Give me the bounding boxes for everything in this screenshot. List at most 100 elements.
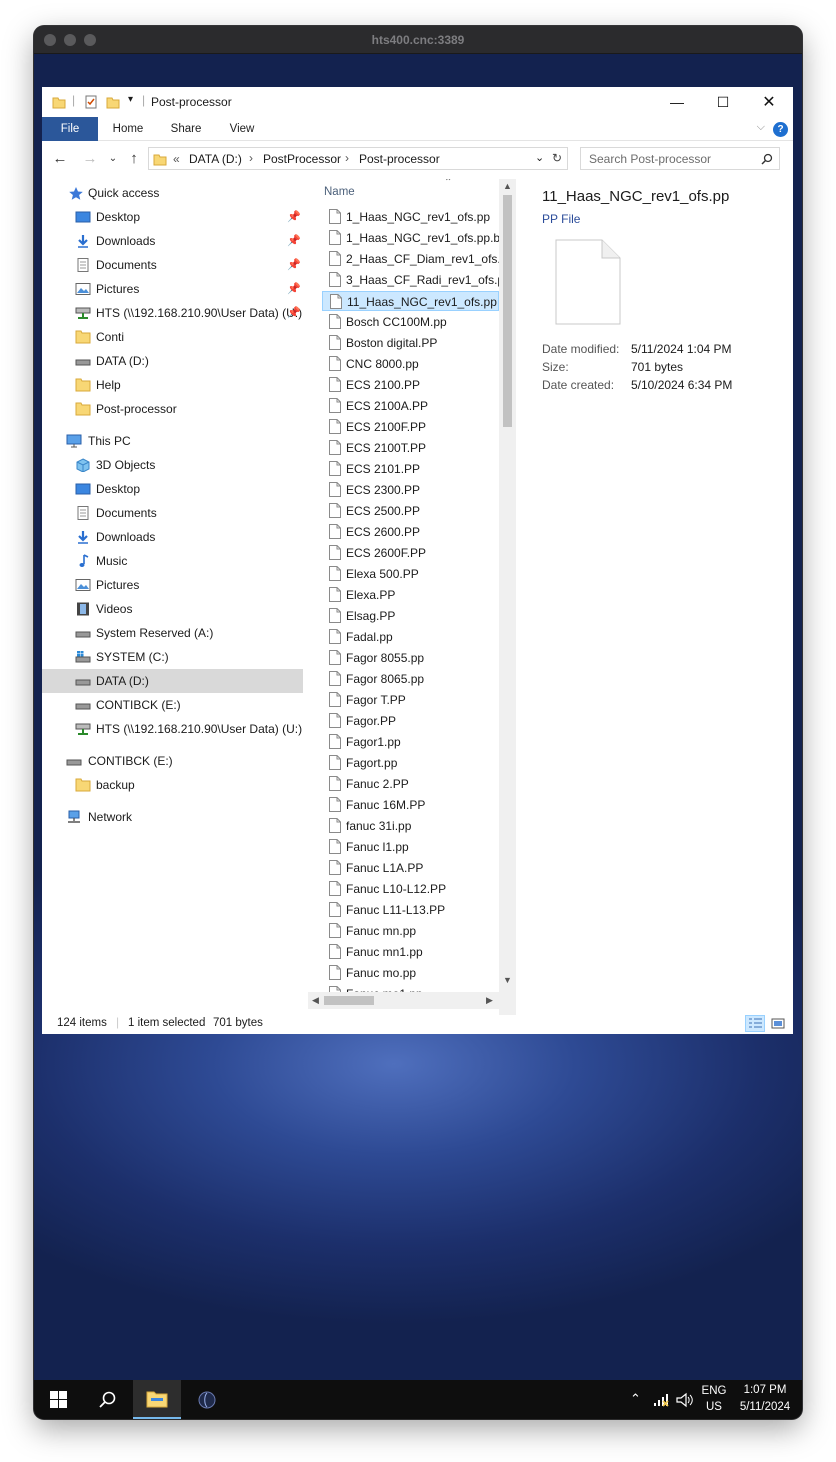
nav-qa-downloads[interactable]: Downloads 📌 [42, 229, 303, 253]
input-language[interactable]: ENG [700, 1385, 728, 1397]
file-row[interactable]: 11_Haas_NGC_rev1_ofs.pp [322, 291, 499, 311]
address-separator[interactable]: › [249, 151, 253, 165]
nav-qa-pictures[interactable]: Pictures 📌 [42, 277, 303, 301]
scroll-up-icon[interactable]: ▲ [503, 181, 512, 191]
file-row[interactable]: Fagor1.pp [322, 732, 499, 752]
input-region[interactable]: US [700, 1401, 728, 1413]
file-row[interactable]: CNC 8000.pp [322, 354, 499, 374]
horizontal-scroll-thumb[interactable] [324, 996, 374, 1005]
file-row[interactable]: Boston digital.PP [322, 333, 499, 353]
file-row[interactable]: ECS 2300.PP [322, 480, 499, 500]
nav-pc-downloads[interactable]: Downloads [42, 525, 303, 549]
nav-qa-help[interactable]: Help [42, 373, 303, 397]
file-row[interactable]: Fagor T.PP [322, 690, 499, 710]
file-row[interactable]: 1_Haas_NGC_rev1_ofs.pp [322, 207, 499, 227]
file-row[interactable]: Fanuc 2.PP [322, 774, 499, 794]
nav-pc-data-d[interactable]: DATA (D:) [42, 669, 303, 693]
horizontal-scrollbar[interactable]: ◀ ▶ [308, 992, 499, 1009]
file-row[interactable]: 1_Haas_NGC_rev1_ofs.pp.bak [322, 228, 513, 248]
nav-pc-videos[interactable]: Videos [42, 597, 303, 621]
file-row[interactable]: Fanuc 16M.PP [322, 795, 499, 815]
taskbar-file-explorer[interactable] [133, 1380, 181, 1419]
file-row[interactable]: ECS 2600F.PP [322, 543, 499, 563]
show-hidden-icons-icon[interactable]: ⌃ [630, 1391, 641, 1407]
nav-backup[interactable]: backup [42, 773, 303, 797]
file-row[interactable]: ECS 2100T.PP [322, 438, 499, 458]
nav-pc-pictures[interactable]: Pictures [42, 573, 303, 597]
file-row[interactable]: Fanuc L10-L12.PP [322, 879, 499, 899]
address-part-current[interactable]: Post-processor [359, 152, 440, 166]
nav-pc-hts-share[interactable]: HTS (\\192.168.210.90\User Data) (U:) [42, 717, 303, 741]
file-row[interactable]: Fanuc mn.pp [322, 921, 499, 941]
tab-share[interactable]: Share [163, 117, 209, 141]
expand-ribbon-icon[interactable]: ⌵ [757, 121, 765, 134]
file-row[interactable]: Elsag.PP [322, 606, 499, 626]
file-row[interactable]: Elexa.PP [322, 585, 499, 605]
nav-contibck-root[interactable]: CONTIBCK (E:) [42, 749, 303, 773]
volume-icon[interactable] [676, 1392, 694, 1408]
file-row[interactable]: Fagor.PP [322, 711, 499, 731]
column-header-name[interactable]: Name [324, 186, 355, 198]
address-dropdown-icon[interactable]: ⌄ [535, 151, 544, 164]
file-row[interactable]: ECS 2100.PP [322, 375, 499, 395]
file-row[interactable]: Fanuc l1.pp [322, 837, 499, 857]
file-row[interactable]: Fanuc L11-L13.PP [322, 900, 499, 920]
pin-icon[interactable]: 📌 [287, 258, 301, 271]
tab-home[interactable]: Home [104, 117, 152, 141]
file-row[interactable]: 3_Haas_CF_Radi_rev1_ofs.pp [322, 270, 511, 290]
file-row[interactable]: Fagor 8055.pp [322, 648, 499, 668]
help-icon[interactable]: ? [773, 122, 788, 137]
file-row[interactable]: ECS 2600.PP [322, 522, 499, 542]
qat-dropdown-icon[interactable]: ▾ [128, 94, 133, 105]
maximize-button[interactable]: ☐ [700, 87, 746, 117]
tab-file[interactable]: File [42, 117, 98, 141]
scroll-right-icon[interactable]: ▶ [486, 995, 493, 1006]
nav-pc-music[interactable]: Music [42, 549, 303, 573]
nav-qa-documents[interactable]: Documents 📌 [42, 253, 303, 277]
scroll-down-icon[interactable]: ▼ [503, 975, 512, 985]
scroll-left-icon[interactable]: ◀ [312, 995, 319, 1006]
nav-this-pc[interactable]: This PC [42, 429, 303, 453]
file-row[interactable]: Fagort.pp [322, 753, 499, 773]
file-row[interactable]: fanuc 31i.pp [322, 816, 499, 836]
close-button[interactable]: ✕ [746, 87, 792, 117]
taskbar-app[interactable] [184, 1380, 230, 1419]
clock-time[interactable]: 1:07 PM [734, 1384, 796, 1396]
nav-network[interactable]: Network [42, 805, 303, 829]
file-row[interactable]: Fanuc L1A.PP [322, 858, 499, 878]
address-part-postprocessor[interactable]: PostProcessor [263, 152, 341, 166]
tab-view[interactable]: View [220, 117, 264, 141]
nav-qa-post-processor[interactable]: Post-processor [42, 397, 303, 421]
details-view-button[interactable] [745, 1015, 765, 1032]
nav-pc-desktop[interactable]: Desktop [42, 477, 303, 501]
large-icons-view-button[interactable] [768, 1015, 788, 1032]
nav-qa-conti[interactable]: Conti [42, 325, 303, 349]
network-status-icon[interactable] [652, 1392, 670, 1408]
file-row[interactable]: Elexa 500.PP [322, 564, 499, 584]
new-folder-icon[interactable] [106, 95, 120, 109]
file-row[interactable]: ECS 2100A.PP [322, 396, 499, 416]
minimize-button[interactable]: — [654, 87, 700, 117]
nav-pc-documents[interactable]: Documents [42, 501, 303, 525]
back-button[interactable]: ← [50, 150, 70, 168]
file-row[interactable]: ECS 2101.PP [322, 459, 499, 479]
address-separator[interactable]: › [345, 151, 349, 165]
search-input[interactable]: Search Post-processor [580, 147, 780, 170]
pin-icon[interactable]: 📌 [287, 306, 301, 319]
nav-qa-desktop[interactable]: Desktop 📌 [42, 205, 303, 229]
address-bar[interactable]: « DATA (D:) › PostProcessor › Post-proce… [148, 147, 568, 170]
address-part-drive[interactable]: DATA (D:) [189, 152, 242, 166]
vertical-scrollbar[interactable]: ▲ ▼ [499, 179, 516, 1015]
nav-quick-access[interactable]: Quick access [42, 181, 303, 205]
pin-icon[interactable]: 📌 [287, 210, 301, 223]
start-button[interactable] [34, 1380, 82, 1419]
file-row[interactable]: Fagor 8065.pp [322, 669, 499, 689]
pin-icon[interactable]: 📌 [287, 234, 301, 247]
recent-locations-button[interactable]: ⌄ [106, 150, 120, 168]
nav-pc-system-reserved[interactable]: System Reserved (A:) [42, 621, 303, 645]
up-button[interactable]: ↑ [124, 150, 144, 168]
forward-button[interactable]: → [80, 150, 100, 168]
pin-icon[interactable]: 📌 [287, 282, 301, 295]
properties-icon[interactable] [84, 95, 98, 109]
vertical-scroll-thumb[interactable] [503, 195, 512, 427]
